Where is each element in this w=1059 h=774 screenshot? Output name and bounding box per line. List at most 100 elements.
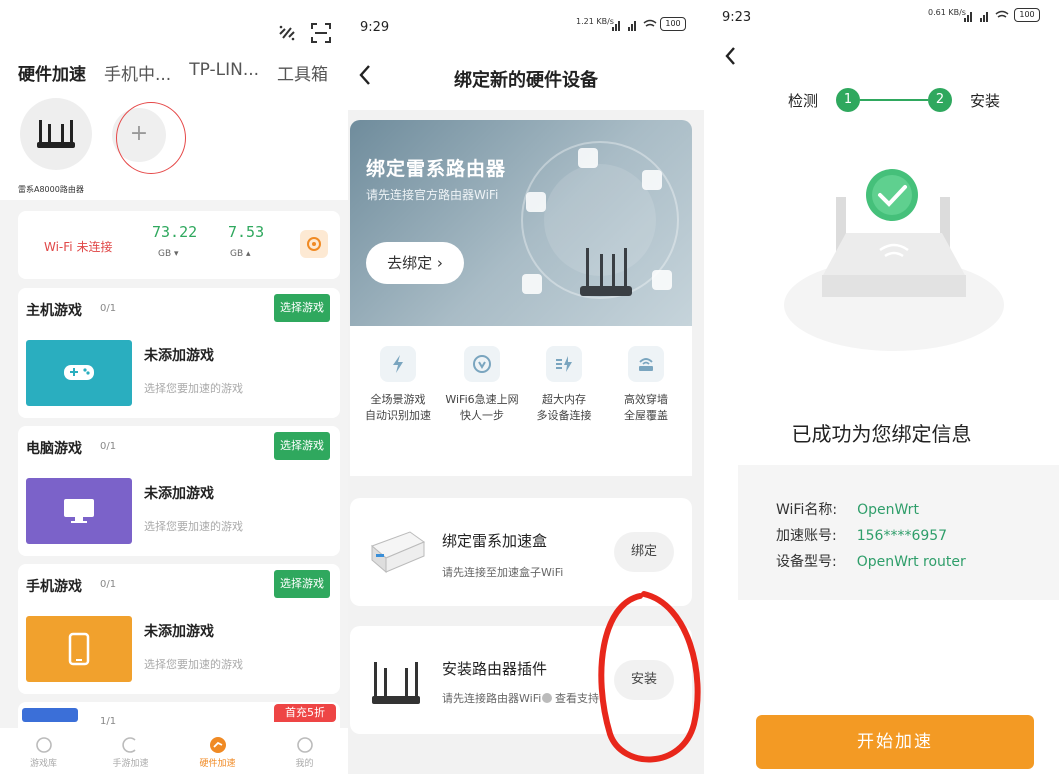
tab-tplink[interactable]: TP-LIN... bbox=[189, 60, 259, 85]
hardware-accel-icon bbox=[209, 737, 226, 753]
router-device[interactable] bbox=[20, 98, 92, 170]
wifi-status: Wi-Fi 未连接 bbox=[44, 240, 113, 254]
empty-game-hint: 选择您要加速的游戏 bbox=[144, 520, 243, 533]
empty-game-title: 未添加游戏 bbox=[144, 348, 214, 364]
option-title: 安装路由器插件 bbox=[442, 660, 548, 678]
accelerator-box-image bbox=[366, 524, 428, 578]
info-value: OpenWrt router bbox=[856, 554, 966, 570]
console-games-section: 主机游戏 0/1 选择游戏 未添加游戏 选择您要加速的游戏 bbox=[18, 288, 340, 418]
go-bind-button[interactable]: 去绑定 › bbox=[366, 242, 464, 284]
tab-toolbox[interactable]: 工具箱 bbox=[277, 60, 328, 85]
monitor-icon bbox=[64, 499, 94, 523]
feature-list: 全场景游戏 自动识别加速 WiFi6急速上网 快人一步 超大内存 多设备连接 高… bbox=[350, 326, 692, 476]
upload-value: 7.53 bbox=[228, 223, 265, 241]
mobile-games-section: 手机游戏 0/1 选择游戏 未添加游戏 选择您要加速的游戏 bbox=[18, 564, 340, 694]
bottom-nav: 游戏库 手游加速 硬件加速 我的 bbox=[0, 728, 348, 774]
empty-game-hint: 选择您要加速的游戏 bbox=[144, 658, 243, 671]
select-game-button[interactable]: 选择游戏 bbox=[274, 294, 330, 322]
download-unit: GB ▾ bbox=[158, 249, 179, 259]
settings-button[interactable] bbox=[300, 230, 328, 258]
net-speed: 1.21 KB/s bbox=[576, 17, 614, 26]
section-count: 0/1 bbox=[100, 579, 117, 590]
nav-item-library[interactable]: 游戏库 bbox=[0, 728, 87, 774]
connect-icon[interactable] bbox=[276, 22, 298, 44]
success-illustration bbox=[784, 169, 1004, 351]
status-time: 9:29 bbox=[360, 20, 390, 35]
banner-title: 绑定雷系路由器 bbox=[366, 158, 507, 180]
gamepad-icon bbox=[64, 365, 94, 380]
select-game-button[interactable]: 选择游戏 bbox=[274, 570, 330, 598]
section-title: 电脑游戏 bbox=[26, 441, 82, 457]
category-tabs: 硬件加速 手机中... TP-LIN... 工具箱 bbox=[18, 60, 346, 93]
scan-icon[interactable] bbox=[310, 22, 332, 44]
banner-background bbox=[521, 141, 679, 299]
nav-label: 手游加速 bbox=[112, 759, 149, 769]
step2-label: 安装 bbox=[970, 92, 1001, 110]
promo-badge: 首充5折 bbox=[274, 704, 336, 722]
banner-subtitle: 请先连接官方路由器WiFi bbox=[366, 188, 499, 202]
nav-item-mobile[interactable]: 手游加速 bbox=[87, 728, 174, 774]
binding-info-box: WiFi名称: OpenWrt 加速账号: 156****6957 设备型号: Ope… bbox=[738, 465, 1059, 600]
empty-game-title: 未添加游戏 bbox=[144, 486, 214, 502]
battery-indicator: 100 bbox=[1014, 8, 1040, 22]
feature-item: 高效穿墙 全屋覆盖 bbox=[606, 346, 686, 424]
tab-hardware[interactable]: 硬件加速 bbox=[18, 60, 86, 93]
gear-icon bbox=[307, 237, 321, 251]
empty-game-title: 未添加游戏 bbox=[144, 624, 214, 640]
top-header: 硬件加速 手机中... TP-LIN... 工具箱 bbox=[0, 0, 348, 93]
download-value: 73.22 bbox=[152, 223, 198, 241]
library-icon bbox=[35, 737, 52, 753]
accelerator-home-screen: 硬件加速 手机中... TP-LIN... 工具箱 雷系A8000路由器 + W… bbox=[0, 0, 348, 774]
step1-indicator: 1 bbox=[836, 88, 860, 112]
device-list: 雷系A8000路由器 + bbox=[0, 90, 348, 200]
signal-icon bbox=[962, 9, 1012, 23]
select-game-button[interactable]: 选择游戏 bbox=[274, 432, 330, 460]
router-icon bbox=[37, 120, 75, 148]
success-message: 已成功为您绑定信息 bbox=[791, 422, 972, 446]
feature-line1: 高效穿墙 bbox=[624, 393, 668, 406]
info-label: 设备型号: bbox=[776, 554, 837, 570]
feature-item: WiFi6急速上网 快人一步 bbox=[442, 346, 522, 424]
feature-line2: 全屋覆盖 bbox=[624, 409, 668, 422]
router-image bbox=[368, 654, 424, 710]
tab-mobile[interactable]: 手机中... bbox=[104, 60, 171, 85]
start-accelerate-button[interactable]: 开始加速 bbox=[756, 715, 1034, 769]
mobile-game-tile[interactable] bbox=[26, 616, 132, 682]
highlight-circle bbox=[598, 591, 701, 763]
option-title: 绑定雷系加速盒 bbox=[442, 532, 548, 550]
nav-label: 硬件加速 bbox=[199, 759, 236, 769]
bind-button[interactable]: 绑定 bbox=[614, 532, 674, 572]
info-label: 加速账号: bbox=[776, 528, 837, 544]
memory-icon bbox=[546, 346, 582, 382]
info-row-wifi: WiFi名称: OpenWrt bbox=[776, 499, 919, 519]
upload-unit: GB ▴ bbox=[230, 249, 251, 259]
top-area bbox=[348, 0, 704, 110]
nav-item-profile[interactable]: 我的 bbox=[261, 728, 348, 774]
help-icon bbox=[542, 693, 552, 703]
nav-label: 我的 bbox=[295, 759, 314, 769]
signal-icon bbox=[610, 18, 660, 32]
feature-line1: 全场景游戏 bbox=[370, 393, 426, 406]
wifi6-icon bbox=[464, 346, 500, 382]
section-title: 主机游戏 bbox=[26, 303, 82, 319]
back-button[interactable] bbox=[724, 46, 736, 66]
feature-line1: WiFi6急速上网 bbox=[445, 393, 519, 406]
step-connector bbox=[860, 99, 928, 101]
traffic-card: Wi-Fi 未连接 73.22 GB ▾ 7.53 GB ▴ bbox=[18, 211, 340, 279]
phone-icon bbox=[68, 632, 90, 666]
section-count: 0/1 bbox=[100, 303, 117, 314]
bind-device-screen: 9:29 1.21 KB/s 100 绑定新的硬件设备 绑定雷系路由器 请先连接… bbox=[348, 0, 704, 774]
info-label: WiFi名称: bbox=[776, 502, 838, 518]
wall-signal-icon bbox=[628, 346, 664, 382]
info-row-model: 设备型号: OpenWrt router bbox=[776, 551, 966, 571]
nav-label: 游戏库 bbox=[29, 759, 57, 769]
battery-indicator: 100 bbox=[660, 17, 686, 31]
promo-thumb bbox=[22, 708, 78, 722]
pc-game-tile[interactable] bbox=[26, 478, 132, 544]
console-game-tile[interactable] bbox=[26, 340, 132, 406]
info-value: 156****6957 bbox=[856, 528, 948, 544]
step2-indicator: 2 bbox=[928, 88, 952, 112]
feature-line2: 自动识别加速 bbox=[365, 409, 431, 422]
nav-item-hardware[interactable]: 硬件加速 bbox=[174, 728, 261, 774]
feature-item: 全场景游戏 自动识别加速 bbox=[358, 346, 438, 424]
